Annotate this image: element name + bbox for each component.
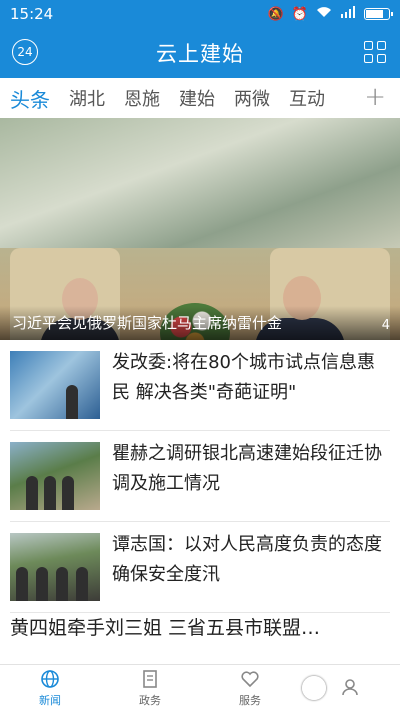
tab-3[interactable]: 建始 <box>179 85 215 111</box>
tab-2[interactable]: 恩施 <box>124 85 160 111</box>
news-thumbnail <box>10 351 100 419</box>
alarm-icon: ⏰ <box>291 6 308 22</box>
title-bar: 24 云上建始 <box>0 28 400 78</box>
news-thumbnail <box>10 533 100 601</box>
news-item[interactable]: 谭志国：以对人民高度负责的态度确保安全度汛 <box>10 522 390 613</box>
grid-menu-icon[interactable] <box>364 41 386 63</box>
mute-icon: 🔕 <box>267 6 284 22</box>
wifi-icon <box>316 6 332 22</box>
hero-banner[interactable]: 习近平会见俄罗斯国家杜马主席纳雷什金 4 <box>0 118 400 340</box>
tab-4[interactable]: 两微 <box>234 85 270 111</box>
weather-badge[interactable]: 24 <box>12 39 38 65</box>
heart-icon <box>240 669 260 689</box>
tab-1[interactable]: 湖北 <box>69 85 105 111</box>
app-title: 云上建始 <box>156 42 244 66</box>
globe-icon <box>40 669 60 689</box>
news-thumbnail <box>10 442 100 510</box>
battery-icon <box>364 8 393 20</box>
tab-0[interactable]: 头条 <box>10 84 50 113</box>
watermark-logo <box>302 674 392 702</box>
status-time: 15:24 <box>10 5 54 23</box>
news-headline: 谭志国：以对人民高度负责的态度确保安全度汛 <box>112 534 382 585</box>
status-icons: 🔕 ⏰ <box>267 6 393 22</box>
signal-icon <box>340 6 356 22</box>
add-tab-icon[interactable]: + <box>364 82 386 112</box>
news-headline-text-only[interactable]: 黄四姐牵手刘三姐 三省五县市联盟… <box>10 613 390 640</box>
document-icon <box>140 669 160 689</box>
news-headline: 发改委:将在80个城市试点信息惠民 解决各类"奇葩证明" <box>112 352 375 403</box>
hero-background-painting <box>0 118 400 248</box>
nav-government[interactable]: 政务 <box>100 665 200 711</box>
nav-service[interactable]: 服务 <box>200 665 300 711</box>
hero-caption: 习近平会见俄罗斯国家杜马主席纳雷什金 <box>12 314 283 332</box>
news-list: 发改委:将在80个城市试点信息惠民 解决各类"奇葩证明" 瞿赫之调研银北高速建始… <box>0 340 400 613</box>
nav-news[interactable]: 新闻 <box>0 665 100 711</box>
news-item[interactable]: 发改委:将在80个城市试点信息惠民 解决各类"奇葩证明" <box>10 340 390 431</box>
news-headline: 瞿赫之调研银北高速建始段征迁协调及施工情况 <box>112 443 382 494</box>
hero-pager: 4 <box>381 318 390 333</box>
status-bar: 15:24 🔕 ⏰ <box>0 0 400 28</box>
category-tabs: 头条 湖北 恩施 建始 两微 互动 + <box>0 78 400 118</box>
tab-5[interactable]: 互动 <box>289 85 325 111</box>
news-item[interactable]: 瞿赫之调研银北高速建始段征迁协调及施工情况 <box>10 431 390 522</box>
